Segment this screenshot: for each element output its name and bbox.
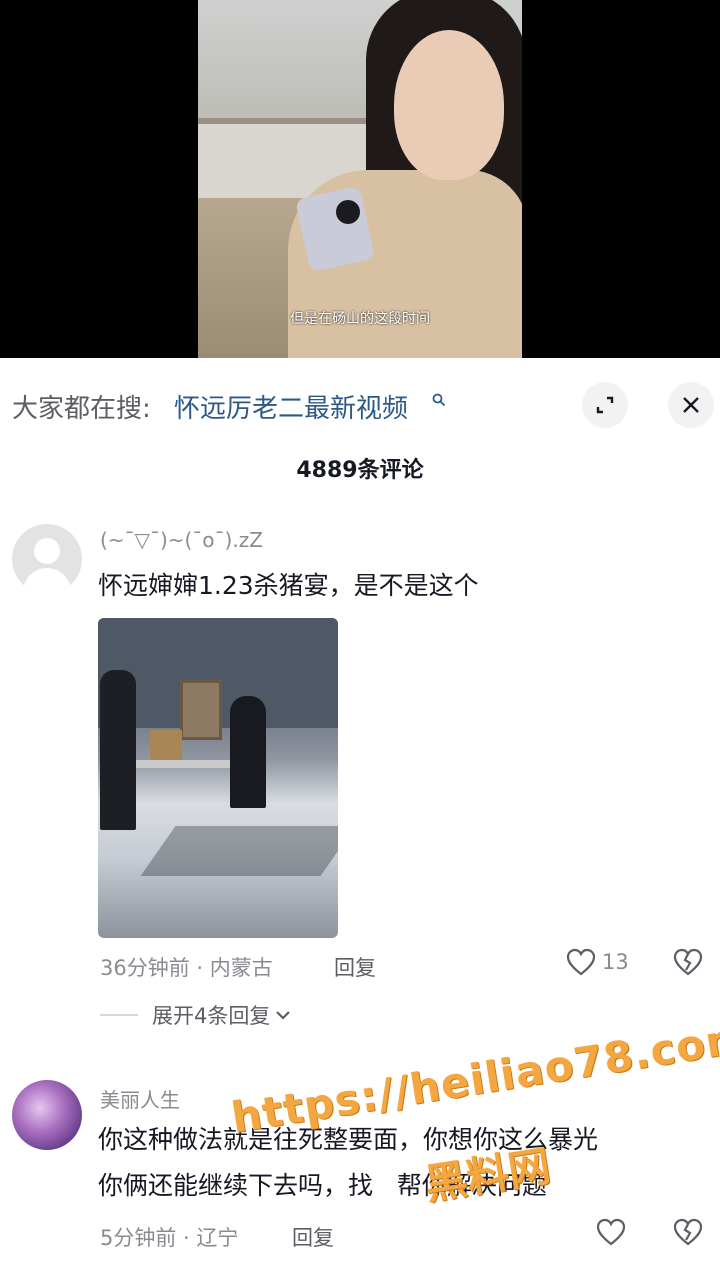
dislike-button[interactable] <box>672 948 704 980</box>
close-button[interactable] <box>668 382 714 428</box>
heart-icon <box>566 948 596 976</box>
avatar[interactable] <box>12 524 82 594</box>
search-suggestion-prefix: 大家都在搜: <box>12 394 151 424</box>
chevron-down-icon <box>276 1011 291 1020</box>
like-button[interactable]: 13 <box>566 948 629 976</box>
search-icon[interactable] <box>432 392 446 411</box>
comment-username[interactable]: (~ˉ▽ˉ)~(ˉoˉ).zZ <box>100 528 263 552</box>
expand-replies-label: 展开4条回复 <box>152 1004 271 1028</box>
reply-button[interactable]: 回复 <box>292 1222 334 1252</box>
heart-icon <box>596 1218 626 1246</box>
video-phone-camera <box>336 200 360 224</box>
expand-button[interactable] <box>582 382 628 428</box>
avatar-body-shape <box>23 568 71 594</box>
video-person-face <box>394 30 504 180</box>
comment-username[interactable]: 美丽人生 <box>100 1084 180 1113</box>
avatar[interactable] <box>12 1080 82 1150</box>
like-count: 13 <box>602 950 629 974</box>
image-table <box>134 760 230 768</box>
expand-replies[interactable]: 展开4条回复 <box>100 1000 292 1030</box>
reply-button[interactable]: 回复 <box>334 952 376 982</box>
search-suggestion-term[interactable]: 怀远厉老二最新视频 <box>174 388 408 425</box>
comment-text: 怀远婶婶1.23杀猪宴，是不是这个 <box>98 571 479 600</box>
comment-meta: 5分钟前 · 辽宁 <box>100 1226 239 1250</box>
expand-divider <box>100 1014 138 1016</box>
video-subtitle: 但是在砀山的这段时间 <box>290 311 430 327</box>
avatar-head-shape <box>34 538 60 564</box>
image-door <box>180 680 222 740</box>
expand-icon <box>596 396 614 414</box>
video-frame: 但是在砀山的这段时间 <box>198 0 522 358</box>
close-icon <box>683 397 699 413</box>
image-person-left <box>100 670 136 830</box>
comment-meta: 36分钟前 · 内蒙古 <box>100 956 273 980</box>
broken-heart-icon <box>673 1218 703 1246</box>
like-button[interactable] <box>596 1218 626 1246</box>
dislike-button[interactable] <box>672 1218 704 1250</box>
broken-heart-icon <box>673 948 703 976</box>
image-box <box>150 730 182 760</box>
comment-image[interactable] <box>98 618 338 938</box>
image-person-right <box>230 696 266 808</box>
video-player[interactable]: 但是在砀山的这段时间 <box>0 0 720 358</box>
comment-count: 4889条评论 <box>296 458 424 483</box>
image-shadow <box>140 826 338 876</box>
